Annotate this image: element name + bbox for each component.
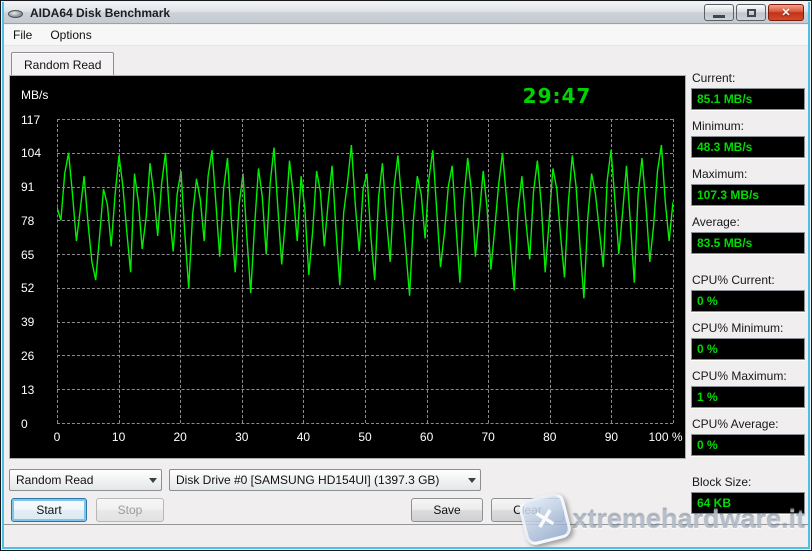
x-axis-tick-label: 90 — [605, 430, 618, 444]
x-axis-tick-label: 40 — [297, 430, 310, 444]
v-gridline — [242, 119, 243, 423]
y-axis-tick-label: 26 — [21, 349, 34, 363]
tabstrip: Random Read — [4, 47, 808, 76]
elapsed-time: 29:47 — [507, 84, 607, 108]
minimize-icon — [713, 15, 725, 18]
close-button[interactable]: ✕ — [768, 4, 804, 21]
y-axis-tick-label: 39 — [21, 315, 34, 329]
x-axis-tick-label: 30 — [235, 430, 248, 444]
stat-value-maximum: 107.3 MB/s — [691, 184, 805, 206]
app-window: AIDA64 Disk Benchmark ✕ File Options Ran… — [0, 0, 812, 551]
x-axis-tick-label: 70 — [482, 430, 495, 444]
stats-sidebar: Current: 85.1 MB/s Minimum: 48.3 MB/s Ma… — [691, 71, 806, 523]
tab-body: MB/s 29:47 117 104 91 78 65 52 39 26 13 0 0 10 20 30 4… — [9, 75, 686, 459]
stat-value-current: 85.1 MB/s — [691, 88, 805, 110]
y-axis-tick-label: 117 — [21, 113, 40, 127]
stat-value-cpu-current: 0 % — [691, 290, 805, 312]
v-gridline — [427, 119, 428, 423]
stat-value-minimum: 48.3 MB/s — [691, 136, 805, 158]
v-gridline — [57, 119, 58, 423]
y-axis-tick-label: 13 — [21, 383, 34, 397]
stat-label-maximum: Maximum: — [692, 167, 806, 181]
x-axis-tick-label: 80 — [543, 430, 556, 444]
stop-button[interactable]: Stop — [96, 498, 164, 522]
v-gridline — [611, 119, 612, 423]
stat-label-minimum: Minimum: — [692, 119, 806, 133]
test-type-value: Random Read — [10, 473, 144, 487]
x-axis-tick-label: 20 — [174, 430, 187, 444]
stat-label-cpu-maximum: CPU% Maximum: — [692, 369, 806, 383]
tab-random-read[interactable]: Random Read — [11, 52, 114, 76]
menu-options[interactable]: Options — [41, 25, 100, 45]
minimize-button[interactable] — [704, 4, 734, 21]
v-gridline — [180, 119, 181, 423]
test-type-dropdown-zone[interactable] — [144, 470, 161, 490]
x-axis-tick-label: 0 — [54, 430, 61, 444]
benchmark-chart: MB/s 29:47 117 104 91 78 65 52 39 26 13 0 0 10 20 30 4… — [10, 76, 685, 458]
window-title: AIDA64 Disk Benchmark — [30, 6, 170, 20]
clear-button[interactable]: Clear — [491, 498, 564, 522]
drive-select[interactable]: Disk Drive #0 [SAMSUNG HD154UI] (1397.3 … — [169, 469, 481, 491]
h-gridline — [57, 423, 673, 424]
maximize-button[interactable] — [736, 4, 766, 21]
y-axis-tick-label: 65 — [21, 248, 34, 262]
x-axis-tick-label: 10 — [112, 430, 125, 444]
stat-label-cpu-average: CPU% Average: — [692, 417, 806, 431]
v-gridline — [673, 119, 674, 423]
x-axis-tick-label: 60 — [420, 430, 433, 444]
y-axis-unit-label: MB/s — [21, 88, 48, 102]
stat-label-block-size: Block Size: — [692, 475, 806, 489]
disk-icon — [8, 7, 24, 19]
v-gridline — [119, 119, 120, 423]
stat-value-average: 83.5 MB/s — [691, 232, 805, 254]
test-type-select[interactable]: Random Read — [9, 469, 162, 491]
menubar: File Options — [4, 25, 808, 46]
y-axis-tick-label: 78 — [21, 214, 34, 228]
close-icon: ✕ — [781, 6, 790, 19]
x-axis-tick-label: 50 — [358, 430, 371, 444]
start-button[interactable]: Start — [11, 498, 87, 522]
y-axis-tick-label: 52 — [21, 281, 34, 295]
y-axis-tick-label: 104 — [21, 146, 41, 160]
chevron-down-icon — [149, 478, 157, 483]
drive-select-value: Disk Drive #0 [SAMSUNG HD154UI] (1397.3 … — [170, 473, 463, 487]
stat-label-current: Current: — [692, 71, 806, 85]
stat-label-average: Average: — [692, 215, 806, 229]
drive-dropdown-zone[interactable] — [463, 470, 480, 490]
chevron-down-icon — [468, 478, 476, 483]
y-axis-tick-label: 91 — [21, 180, 34, 194]
maximize-icon — [747, 9, 756, 17]
stat-label-cpu-minimum: CPU% Minimum: — [692, 321, 806, 335]
stat-value-cpu-average: 0 % — [691, 434, 805, 456]
save-button[interactable]: Save — [411, 498, 483, 522]
v-gridline — [303, 119, 304, 423]
status-separator — [4, 524, 808, 525]
x-axis-tick-label: 100 % — [648, 430, 682, 444]
v-gridline — [550, 119, 551, 423]
stat-value-cpu-maximum: 1 % — [691, 386, 805, 408]
stat-value-block-size: 64 KB — [691, 492, 805, 514]
stat-label-cpu-current: CPU% Current: — [692, 273, 806, 287]
titlebar[interactable]: AIDA64 Disk Benchmark ✕ — [2, 2, 810, 24]
menu-file[interactable]: File — [4, 25, 41, 45]
v-gridline — [365, 119, 366, 423]
y-axis-tick-label: 0 — [21, 417, 28, 431]
stat-value-cpu-minimum: 0 % — [691, 338, 805, 360]
v-gridline — [488, 119, 489, 423]
